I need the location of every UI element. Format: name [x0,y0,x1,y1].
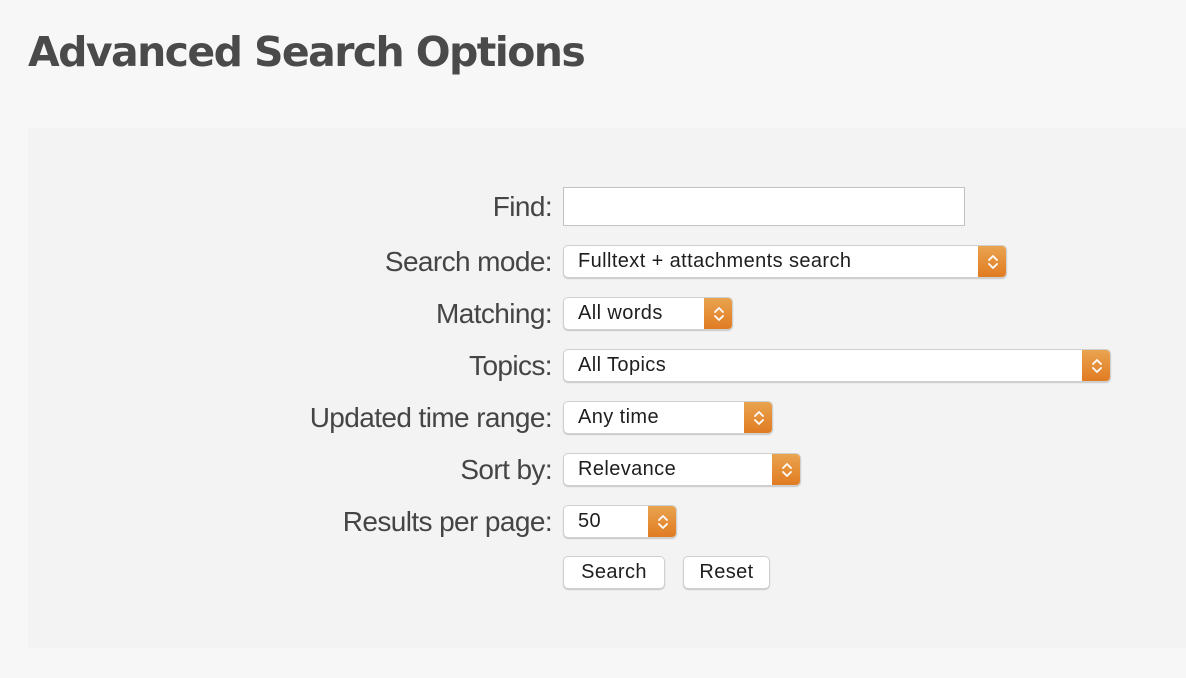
find-input[interactable] [563,187,965,226]
updated-time-range-select[interactable]: Any time [563,401,773,434]
advanced-search-form: Find: Search mode: Fulltext + attachment… [28,128,1186,648]
results-per-page-select[interactable]: 50 [563,505,677,538]
results-per-page-label: Results per page: [342,506,553,537]
updated-time-range-value: Any time [578,406,660,428]
find-row: Find: [28,187,1186,226]
matching-label: Matching: [436,298,553,329]
up-down-chevron-icon [704,298,732,329]
actions-row: Search Reset [28,556,1186,590]
matching-row: Matching: All words [28,297,1186,331]
reset-button[interactable]: Reset [683,556,770,589]
search-mode-label: Search mode: [384,246,553,277]
sort-by-row: Sort by: Relevance [28,453,1186,487]
find-label: Find: [492,191,553,222]
topics-label: Topics: [469,350,553,381]
updated-time-range-label: Updated time range: [309,402,553,433]
up-down-chevron-icon [744,402,772,433]
up-down-chevron-icon [772,454,800,485]
results-per-page-value: 50 [578,510,602,532]
matching-select[interactable]: All words [563,297,733,330]
up-down-chevron-icon [978,246,1006,277]
sort-by-value: Relevance [578,458,677,480]
matching-value: All words [578,302,663,324]
search-mode-value: Fulltext + attachments search [578,250,852,272]
topics-value: All Topics [578,354,667,376]
up-down-chevron-icon [648,506,676,537]
sort-by-label: Sort by: [460,454,552,485]
search-mode-row: Search mode: Fulltext + attachments sear… [28,245,1186,279]
sort-by-select[interactable]: Relevance [563,453,801,486]
updated-time-range-row: Updated time range: Any time [28,401,1186,435]
results-per-page-row: Results per page: 50 [28,505,1186,539]
search-mode-select[interactable]: Fulltext + attachments search [563,245,1007,278]
page-title: Advanced Search Options [28,28,586,76]
topics-row: Topics: All Topics [28,349,1186,383]
search-button[interactable]: Search [563,556,665,589]
topics-select[interactable]: All Topics [563,349,1111,382]
up-down-chevron-icon [1082,350,1110,381]
